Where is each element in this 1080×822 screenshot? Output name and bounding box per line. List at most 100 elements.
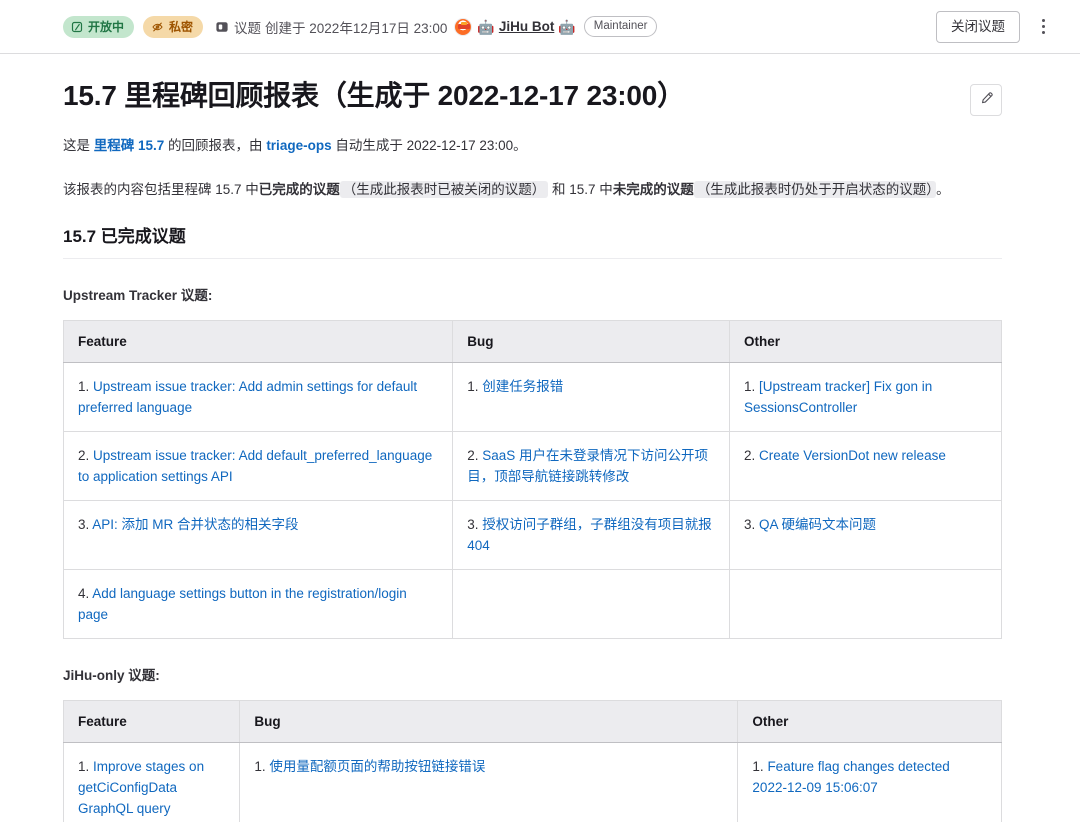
table-row: 1. Improve stages on getCiConfigData Gra…	[63, 742, 1002, 822]
cell-feature: 4. Add language settings button in the r…	[63, 569, 454, 639]
desc-bold-incomplete: 未完成的议题	[612, 182, 694, 197]
kebab-dot	[1041, 31, 1045, 34]
edit-button[interactable]	[970, 84, 1002, 116]
desc-code-completed: （生成此报表时已被关闭的议题）	[339, 181, 549, 198]
issue-link[interactable]: Upstream issue tracker: Add default_pref…	[78, 448, 432, 484]
issue-link[interactable]: Upstream issue tracker: Add admin settin…	[78, 379, 417, 415]
cell-feature: 1. Improve stages on getCiConfigData Gra…	[63, 742, 241, 822]
desc-text: 的回顾报表，由	[164, 138, 267, 153]
issue-header: 开放中 私密 议题 创建于 2022年12月17日 23:00 🤖 JiHu B…	[0, 0, 1080, 54]
item-number: 1.	[743, 379, 759, 394]
close-issue-button[interactable]: 关闭议题	[936, 10, 1020, 43]
issue-link[interactable]: QA 硬编码文本问题	[759, 517, 876, 532]
more-actions-icon[interactable]	[1028, 12, 1058, 42]
issue-type-label: 议题	[234, 20, 262, 36]
page-title: 15.7 里程碑回顾报表（生成于 2022-12-17 23:00）	[63, 80, 685, 111]
item-number: 2.	[78, 448, 94, 463]
table-row: 3. API: 添加 MR 合并状态的相关字段 3. 授权访问子群组，子群组没有…	[63, 500, 1002, 570]
subheading-upstream-tracker: Upstream Tracker 议题:	[63, 288, 213, 303]
table-upstream-tracker: Feature Bug Other 1. Upstream issue trac…	[63, 320, 1002, 639]
table-header-row: Feature Bug Other	[63, 700, 1002, 743]
pencil-icon	[979, 91, 994, 109]
cell-feature: 3. API: 添加 MR 合并状态的相关字段	[63, 500, 454, 570]
desc-code-incomplete: （生成此报表时仍处于开启状态的议题）	[693, 181, 937, 198]
table-row: 1. Upstream issue tracker: Add admin set…	[63, 362, 1002, 432]
subheading-jihu-only: JiHu-only 议题:	[63, 668, 160, 683]
issue-link[interactable]: API: 添加 MR 合并状态的相关字段	[92, 517, 298, 532]
issue-page: 开放中 私密 议题 创建于 2022年12月17日 23:00 🤖 JiHu B…	[0, 0, 1080, 822]
eye-slash-icon	[151, 21, 164, 33]
status-badge-confidential: 私密	[143, 15, 204, 38]
cell-other: 1. Feature flag changes detected 2022-12…	[737, 742, 1002, 822]
cell-feature: 2. Upstream issue tracker: Add default_p…	[63, 431, 454, 501]
cell-other: 3. QA 硬编码文本问题	[729, 500, 1002, 570]
status-badge-open-label: 开放中	[88, 19, 125, 34]
status-badge-open: 开放中	[63, 15, 135, 38]
desc-text: 这是	[63, 138, 94, 153]
table-jihu-only: Feature Bug Other 1. Improve stages on g…	[63, 700, 1002, 822]
cell-other: 2. Create VersionDot new release	[729, 431, 1002, 501]
table-row: 2. Upstream issue tracker: Add default_p…	[63, 431, 1002, 501]
issue-link[interactable]: 授权访问子群组，子群组没有项目就报404	[467, 517, 712, 553]
issue-type-icon	[215, 20, 229, 34]
robot-emoji-right: 🤖	[558, 18, 576, 35]
column-header-other: Other	[729, 320, 1002, 363]
column-header-other: Other	[737, 700, 1002, 743]
kebab-dot	[1041, 25, 1045, 28]
desc-bold-completed: 已完成的议题	[258, 182, 340, 197]
item-number: 3.	[467, 517, 483, 532]
issue-meta: 议题 创建于 2022年12月17日 23:00 🤖 JiHu Bot 🤖 Ma…	[215, 16, 658, 37]
cell-feature: 1. Upstream issue tracker: Add admin set…	[63, 362, 454, 432]
cell-other	[729, 569, 1002, 639]
item-number: 4.	[78, 586, 93, 601]
issue-link[interactable]: Create VersionDot new release	[759, 448, 946, 463]
item-number: 1.	[467, 379, 483, 394]
item-number: 1.	[254, 759, 270, 774]
item-number: 1.	[752, 759, 768, 774]
desc-text: 和 15.7 中	[548, 182, 613, 197]
item-number: 1.	[78, 759, 94, 774]
desc-text: 自动生成于 2022-12-17 23:00。	[331, 138, 527, 153]
issue-created-text: 创建于 2022年12月17日 23:00	[265, 20, 448, 36]
cell-bug: 2. SaaS 用户在未登录情况下访问公开项目，顶部导航链接跳转修改	[452, 431, 730, 501]
cell-other: 1. [Upstream tracker] Fix gon in Session…	[729, 362, 1002, 432]
triage-ops-link[interactable]: triage-ops	[266, 138, 331, 153]
table-header-row: Feature Bug Other	[63, 320, 1002, 363]
issue-link[interactable]: Feature flag changes detected 2022-12-09…	[752, 759, 949, 795]
title-row: 15.7 里程碑回顾报表（生成于 2022-12-17 23:00）	[63, 78, 1002, 116]
issue-link[interactable]: 创建任务报错	[482, 379, 563, 394]
cell-bug: 3. 授权访问子群组，子群组没有项目就报404	[452, 500, 730, 570]
item-number: 2.	[743, 448, 759, 463]
milestone-link[interactable]: 里程碑 15.7	[94, 138, 165, 153]
role-badge: Maintainer	[583, 16, 658, 37]
issue-link[interactable]: Add language settings button in the regi…	[78, 586, 407, 622]
issue-link[interactable]: Improve stages on getCiConfigData GraphQ…	[78, 759, 204, 816]
table-row: 4. Add language settings button in the r…	[63, 569, 1002, 639]
issue-content: 15.7 里程碑回顾报表（生成于 2022-12-17 23:00） 这是 里程…	[0, 78, 1080, 822]
avatar[interactable]	[454, 17, 473, 36]
issue-link[interactable]: SaaS 用户在未登录情况下访问公开项目，顶部导航链接跳转修改	[467, 448, 708, 484]
item-number: 3.	[743, 517, 759, 532]
description-line-2: 该报表的内容包括里程碑 15.7 中已完成的议题 （生成此报表时已被关闭的议题） …	[63, 179, 1002, 201]
status-badge-confidential-label: 私密	[169, 19, 194, 34]
section-heading-completed: 15.7 已完成议题	[63, 225, 1002, 259]
issue-link[interactable]: [Upstream tracker] Fix gon in SessionsCo…	[744, 379, 932, 415]
column-header-feature: Feature	[63, 700, 241, 743]
cell-bug	[452, 569, 730, 639]
robot-emoji-left: 🤖	[477, 18, 495, 35]
item-number: 2.	[467, 448, 483, 463]
column-header-feature: Feature	[63, 320, 454, 363]
desc-text: 。	[936, 182, 950, 197]
item-number: 3.	[78, 517, 93, 532]
issue-open-icon	[71, 21, 83, 33]
item-number: 1.	[78, 379, 94, 394]
kebab-dot	[1041, 19, 1045, 22]
cell-bug: 1. 使用量配额页面的帮助按钮链接错误	[239, 742, 739, 822]
cell-bug: 1. 创建任务报错	[452, 362, 730, 432]
column-header-bug: Bug	[452, 320, 730, 363]
desc-text: 该报表的内容包括里程碑 15.7 中	[63, 182, 259, 197]
issue-link[interactable]: 使用量配额页面的帮助按钮链接错误	[269, 759, 485, 774]
author-link[interactable]: JiHu Bot	[499, 19, 555, 34]
column-header-bug: Bug	[239, 700, 739, 743]
description-line-1: 这是 里程碑 15.7 的回顾报表，由 triage-ops 自动生成于 202…	[63, 135, 1002, 157]
